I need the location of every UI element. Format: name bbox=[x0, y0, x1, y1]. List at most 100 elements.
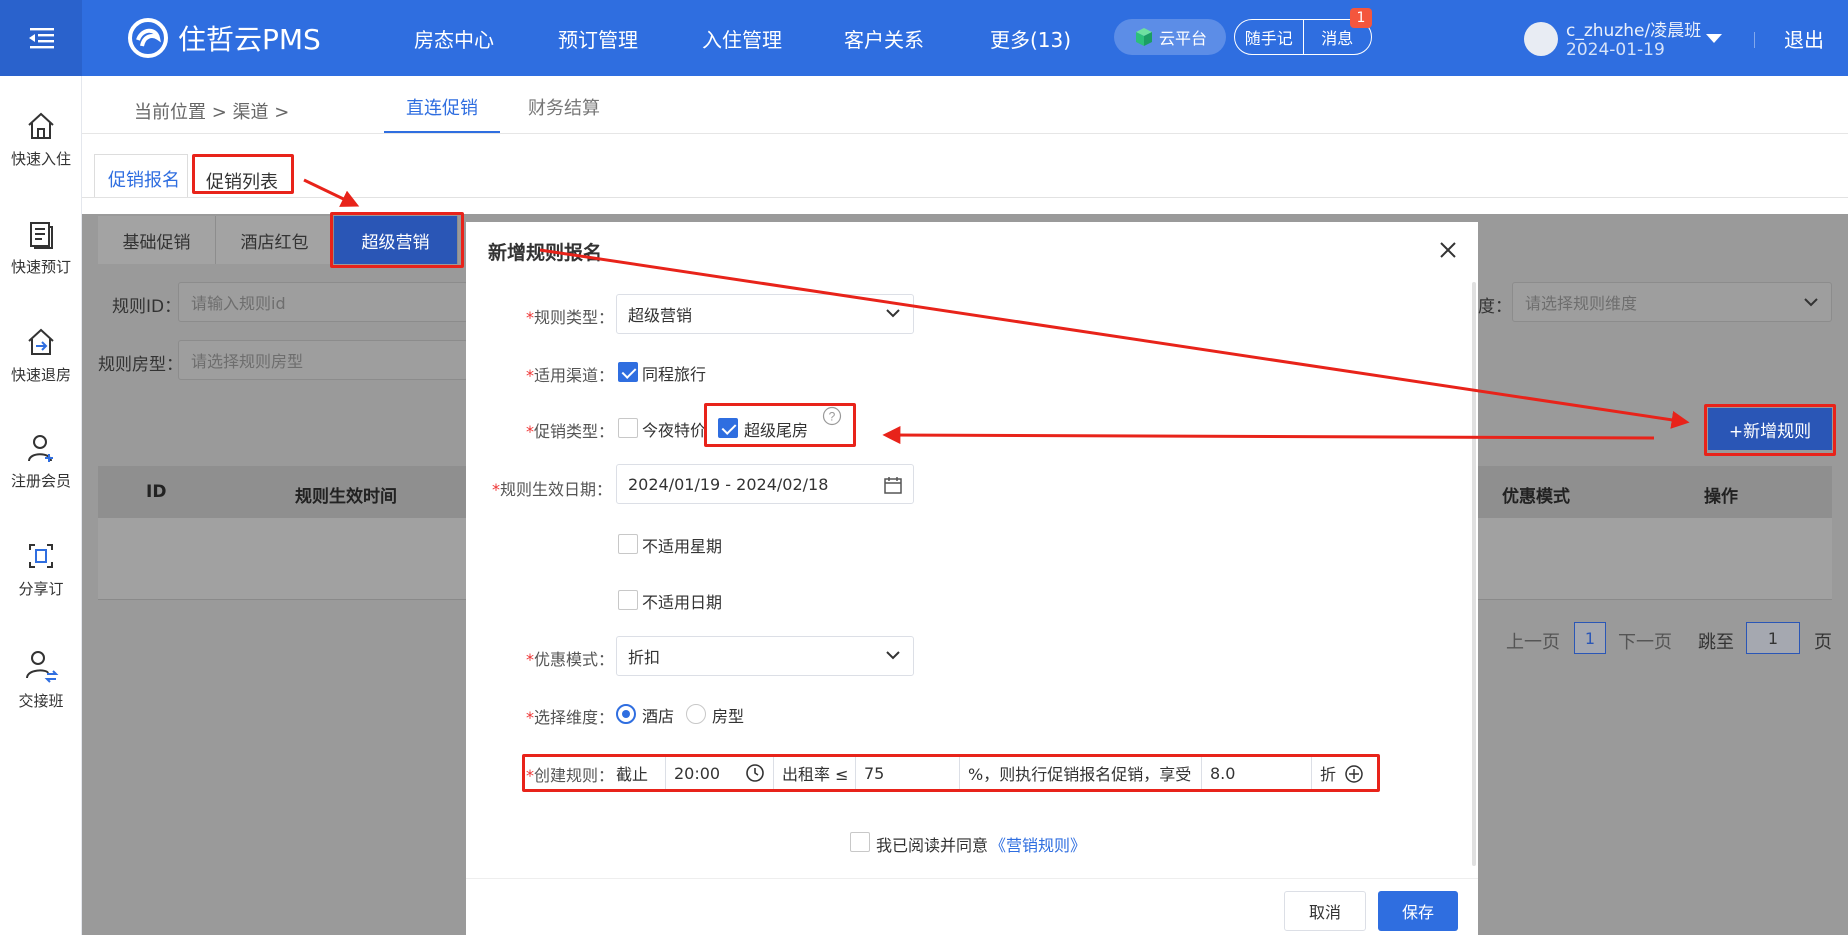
sidebar-item-label: 快速预订 bbox=[10, 258, 71, 276]
sidebar-item-label: 分享订 bbox=[18, 580, 64, 598]
sidebar-item-shift-handover[interactable]: 交接班 bbox=[0, 648, 82, 711]
dimension-select[interactable]: 请选择规则维度 bbox=[1512, 282, 1832, 322]
logout-button[interactable]: 退出 bbox=[1784, 24, 1824, 53]
sidebar-item-label: 交接班 bbox=[18, 692, 64, 710]
logo-text: 住哲云PMS bbox=[178, 23, 321, 56]
avatar[interactable] bbox=[1524, 22, 1558, 56]
breadcrumb: 当前位置 > 渠道 > bbox=[134, 102, 290, 123]
arrow-to-super-marketing bbox=[303, 178, 360, 207]
tab-finance[interactable]: 财务结算 bbox=[528, 94, 600, 120]
page-unit: 页 bbox=[1814, 632, 1832, 653]
close-icon[interactable] bbox=[1438, 240, 1458, 260]
discount-mode-select[interactable]: 折扣 bbox=[616, 636, 914, 676]
not-weekday-label: 不适用星期 bbox=[642, 537, 723, 556]
room-type-radio-label: 房型 bbox=[712, 707, 745, 726]
sidebar-item-quick-booking[interactable]: 快速预订 bbox=[0, 218, 82, 277]
segment-hotel-redpacket[interactable]: 酒店红包 bbox=[216, 216, 334, 264]
annotation-box-add-rule bbox=[1704, 404, 1836, 456]
room-type-radio[interactable] bbox=[686, 704, 706, 724]
menu-fold-icon bbox=[29, 28, 54, 49]
channel-checkbox[interactable] bbox=[618, 362, 638, 382]
rule-type-select[interactable]: 超级营销 bbox=[616, 294, 914, 334]
divider bbox=[1754, 32, 1755, 48]
tonight-special-label: 今夜特价 bbox=[642, 421, 707, 440]
col-actions: 操作 bbox=[1704, 487, 1738, 507]
rule-id-label: 规则ID： bbox=[112, 297, 182, 317]
menu-toggle-button[interactable] bbox=[0, 0, 82, 76]
user-date: 2024-01-19 bbox=[1566, 40, 1665, 60]
agree-text: 我已阅读并同意 bbox=[876, 836, 989, 855]
user-swap-icon bbox=[26, 651, 59, 683]
dimension-placeholder: 请选择规则维度 bbox=[1525, 294, 1638, 313]
document-icon bbox=[30, 222, 53, 249]
hotel-radio-label: 酒店 bbox=[642, 707, 675, 726]
scrollbar[interactable] bbox=[1472, 282, 1476, 866]
hotel-radio[interactable] bbox=[616, 704, 636, 724]
message-badge: 1 bbox=[1350, 8, 1372, 28]
page-number[interactable]: 1 bbox=[1574, 622, 1606, 654]
nav-booking[interactable]: 预订管理 bbox=[558, 24, 638, 53]
nav-more[interactable]: 更多(13) bbox=[990, 24, 1071, 53]
cloud-label: 云平台 bbox=[1158, 29, 1207, 48]
divider bbox=[82, 133, 1848, 134]
col-id: ID bbox=[146, 482, 167, 502]
divider bbox=[82, 197, 1848, 198]
sidebar-item-label: 快速入住 bbox=[10, 150, 71, 168]
sidebar-item-share-booking[interactable]: 分享订 bbox=[0, 540, 82, 599]
user-add-icon bbox=[28, 435, 53, 462]
not-weekday-checkbox[interactable] bbox=[618, 534, 638, 554]
not-date-label: 不适用日期 bbox=[642, 593, 723, 612]
segment-basic-promo[interactable]: 基础促销 bbox=[98, 216, 216, 264]
annotation-box-create-rule bbox=[522, 754, 1380, 792]
dimension-radio-label: *选择维度： bbox=[526, 708, 615, 727]
nav-checkin[interactable]: 入住管理 bbox=[702, 24, 782, 53]
divider bbox=[466, 878, 1478, 879]
channel-value: 同程旅行 bbox=[642, 365, 707, 384]
notes-button[interactable]: 随手记 bbox=[1235, 20, 1303, 54]
user-name[interactable]: c_zhuzhe/凌晨班 bbox=[1566, 16, 1701, 41]
new-rule-dialog: 新增规则报名 *规则类型： 超级营销 *适用渠道： 同程旅行 *促销类型： 今夜… bbox=[466, 222, 1478, 935]
tab-direct-promo[interactable]: 直连促销 bbox=[406, 94, 478, 120]
annotation-box-promo-list bbox=[192, 154, 294, 194]
channel-label: *适用渠道： bbox=[526, 366, 615, 385]
col-discount-mode: 优惠模式 bbox=[1502, 487, 1570, 507]
dimension-label: 度： bbox=[1478, 297, 1512, 317]
cancel-button[interactable]: 取消 bbox=[1284, 891, 1366, 931]
date-range-value: 2024/01/19 - 2024/02/18 bbox=[628, 474, 829, 494]
nav-room-status[interactable]: 房态中心 bbox=[414, 24, 494, 53]
caret-down-icon[interactable] bbox=[1706, 34, 1722, 43]
annotation-box-super-marketing bbox=[330, 212, 464, 268]
date-range-picker[interactable]: 2024/01/19 - 2024/02/18 bbox=[616, 464, 914, 504]
sidebar-item-quick-checkin[interactable]: 快速入住 bbox=[0, 110, 82, 169]
sidebar-item-register-member[interactable]: 注册会员 bbox=[0, 432, 82, 491]
dialog-title: 新增规则报名 bbox=[488, 242, 603, 264]
share-icon bbox=[29, 544, 53, 568]
save-button[interactable]: 保存 bbox=[1378, 891, 1458, 931]
top-bar: 住哲云PMS 房态中心 预订管理 入住管理 客户关系 更多(13) 云平台 随手… bbox=[0, 0, 1848, 76]
next-page-button[interactable]: 下一页 bbox=[1618, 628, 1672, 654]
app-logo[interactable]: 住哲云PMS bbox=[128, 18, 321, 58]
house-exit-icon bbox=[28, 328, 54, 355]
sidebar-item-label: 快速退房 bbox=[10, 366, 71, 384]
promo-type-label: *促销类型： bbox=[526, 422, 615, 441]
subtab-promo-signup[interactable]: 促销报名 bbox=[108, 166, 180, 192]
not-date-checkbox[interactable] bbox=[618, 590, 638, 610]
nav-customer[interactable]: 客户关系 bbox=[844, 24, 924, 53]
chevron-down-icon bbox=[886, 309, 900, 318]
tonight-special-checkbox[interactable] bbox=[618, 418, 638, 438]
agree-checkbox[interactable] bbox=[850, 832, 870, 852]
home-icon bbox=[28, 112, 54, 139]
room-type-label: 规则房型： bbox=[98, 355, 183, 375]
jump-input[interactable]: 1 bbox=[1746, 622, 1800, 654]
prev-page-button[interactable]: 上一页 bbox=[1506, 628, 1560, 654]
logo-icon bbox=[128, 18, 168, 58]
col-effective-time: 规则生效时间 bbox=[295, 487, 397, 507]
sidebar-item-quick-checkout[interactable]: 快速退房 bbox=[0, 326, 82, 385]
cloud-platform-button[interactable]: 云平台 bbox=[1114, 19, 1226, 55]
room-type-select[interactable]: 请选择规则房型 bbox=[178, 340, 468, 380]
rule-id-input[interactable]: 请输入规则id bbox=[178, 282, 468, 322]
marketing-rules-link[interactable]: 《营销规则》 bbox=[990, 832, 1086, 856]
chevron-down-icon bbox=[1804, 298, 1818, 307]
jump-label: 跳至 bbox=[1698, 632, 1734, 653]
calendar-icon bbox=[884, 477, 902, 494]
